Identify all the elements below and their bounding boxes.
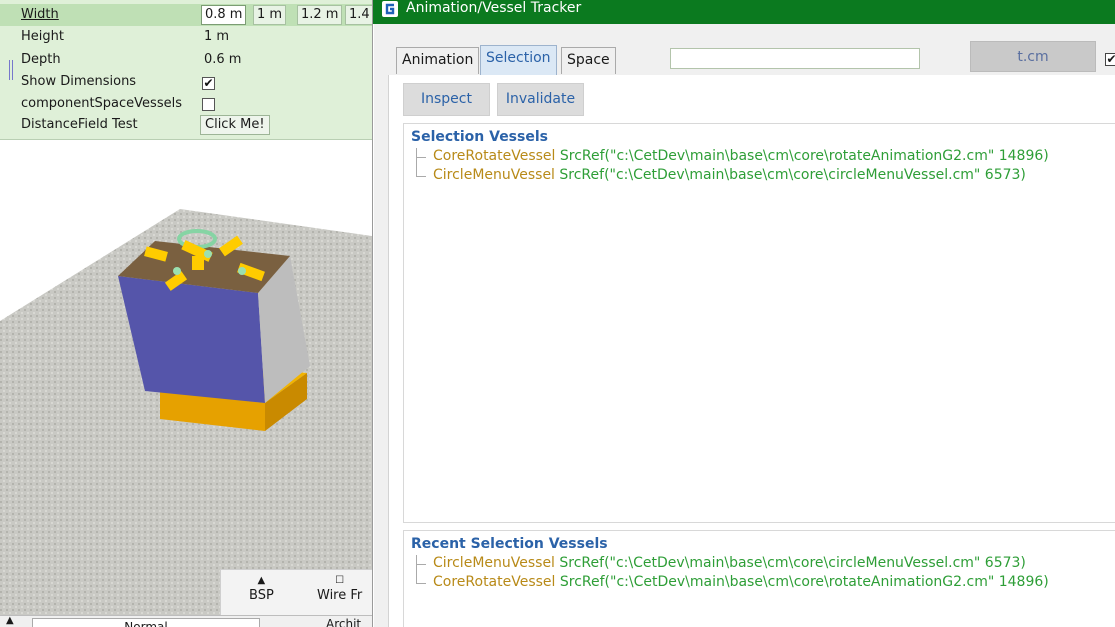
filter-input[interactable] [670, 48, 920, 69]
width-option-1-2[interactable]: 1.2 m [297, 5, 343, 25]
tab-animation[interactable]: Animation [396, 47, 480, 74]
width-option-1[interactable]: 1 m [253, 5, 287, 25]
recent-vessels-heading: Recent Selection Vessels [411, 536, 608, 552]
vessel-name: CircleMenuVessel [433, 555, 555, 571]
height-label: Height [21, 29, 64, 44]
property-row-distance-field: DistanceField Test Click Me! [0, 114, 372, 136]
tree-connector [416, 574, 426, 584]
app-logo-icon [382, 1, 398, 17]
tree-connector [416, 148, 426, 168]
bsp-icon: ▲ [257, 575, 266, 586]
viewport-scene [0, 209, 372, 627]
property-row-depth[interactable]: Depth 0.6 m [0, 49, 372, 71]
bsp-button[interactable]: ▲ BSP [249, 574, 274, 603]
gizmo-star-1 [204, 250, 212, 258]
tracker-body: Animation Selection Space t.cm ✔ Inspect… [373, 24, 1115, 627]
inspect-button[interactable]: Inspect [403, 83, 490, 116]
property-row-component-space: componentSpaceVessels [0, 93, 372, 115]
height-value[interactable]: 1 m [204, 29, 229, 44]
width-option-0-8[interactable]: 0.8 m [201, 5, 247, 25]
vessel-srcref: SrcRef("c:\CetDev\main\base\cm\core\rota… [555, 574, 1049, 590]
mode-bar: ▲ Normal Archit [0, 615, 372, 627]
window-titlebar[interactable]: Animation/Vessel Tracker [373, 0, 1115, 24]
width-option-1-4[interactable]: 1.4 [345, 5, 372, 25]
vessel-name: CircleMenuVessel [433, 167, 555, 183]
gizmo-star-2 [238, 267, 246, 275]
invalidate-button[interactable]: Invalidate [497, 83, 584, 116]
bsp-label: BSP [249, 588, 274, 603]
vessel-srcref: SrcRef("c:\CetDev\main\base\cm\core\rota… [555, 148, 1049, 164]
3d-viewport[interactable]: ▲ BSP ☐ Wire Fr ▲ Normal Archit [0, 141, 372, 627]
vessel-srcref: SrcRef("c:\CetDev\main\base\cm\core\circ… [554, 167, 1026, 183]
click-me-button[interactable]: Click Me! [200, 115, 270, 135]
gizmo-star-3 [173, 267, 181, 275]
window-title: Animation/Vessel Tracker [406, 0, 582, 16]
wireframe-label: Wire Fr [317, 588, 363, 603]
tree-connector [416, 167, 426, 177]
tab-selection[interactable]: Selection [480, 45, 557, 75]
depth-value[interactable]: 0.6 m [204, 52, 241, 67]
distance-field-label: DistanceField Test [21, 117, 138, 132]
show-dimensions-label: Show Dimensions [21, 74, 137, 89]
vessel-srcref: SrcRef("c:\CetDev\main\base\cm\core\circ… [554, 555, 1026, 571]
view-toolbar: ▲ BSP ☐ Wire Fr [220, 569, 372, 615]
property-row-width[interactable]: Width 0.8 m 1 m 1.2 m 1.4 [0, 4, 372, 26]
vessel-name: CoreRotateVessel [433, 148, 556, 164]
property-panel: Width 0.8 m 1 m 1.2 m 1.4 Height 1 m Dep… [0, 0, 372, 140]
property-row-show-dimensions: Show Dimensions ✔ [0, 71, 372, 93]
wireframe-icon: ☐ [335, 575, 345, 586]
vessel-name: CoreRotateVessel [433, 574, 556, 590]
property-row-height[interactable]: Height 1 m [0, 26, 372, 48]
width-label: Width [21, 7, 59, 22]
show-dimensions-checkbox[interactable]: ✔ [202, 77, 215, 90]
tree-connector [416, 555, 426, 575]
tab-space[interactable]: Space [561, 47, 616, 74]
selection-vessels-heading: Selection Vessels [411, 129, 548, 145]
depth-label: Depth [21, 52, 61, 67]
options-checkbox[interactable]: ✔ [1105, 53, 1115, 66]
architecture-mode-tab[interactable]: Archit [326, 616, 361, 627]
selection-panel: Inspect Invalidate Selection Vessels Cor… [388, 75, 1115, 627]
component-space-checkbox[interactable] [202, 98, 215, 111]
recent-selection-vessels-box: Recent Selection Vessels CircleMenuVesse… [403, 530, 1115, 627]
render-mode-select[interactable]: Normal [32, 618, 260, 627]
tcm-button[interactable]: t.cm [970, 41, 1096, 72]
collapse-up-icon[interactable]: ▲ [6, 615, 14, 626]
selection-vessels-box: Selection Vessels CoreRotateVessel SrcRe… [403, 123, 1115, 523]
gizmo-handle-6[interactable] [192, 256, 204, 270]
component-space-label: componentSpaceVessels [21, 96, 182, 111]
tracker-window: Animation/Vessel Tracker Animation Selec… [372, 0, 1115, 627]
wireframe-button[interactable]: ☐ Wire Fr [317, 574, 362, 603]
